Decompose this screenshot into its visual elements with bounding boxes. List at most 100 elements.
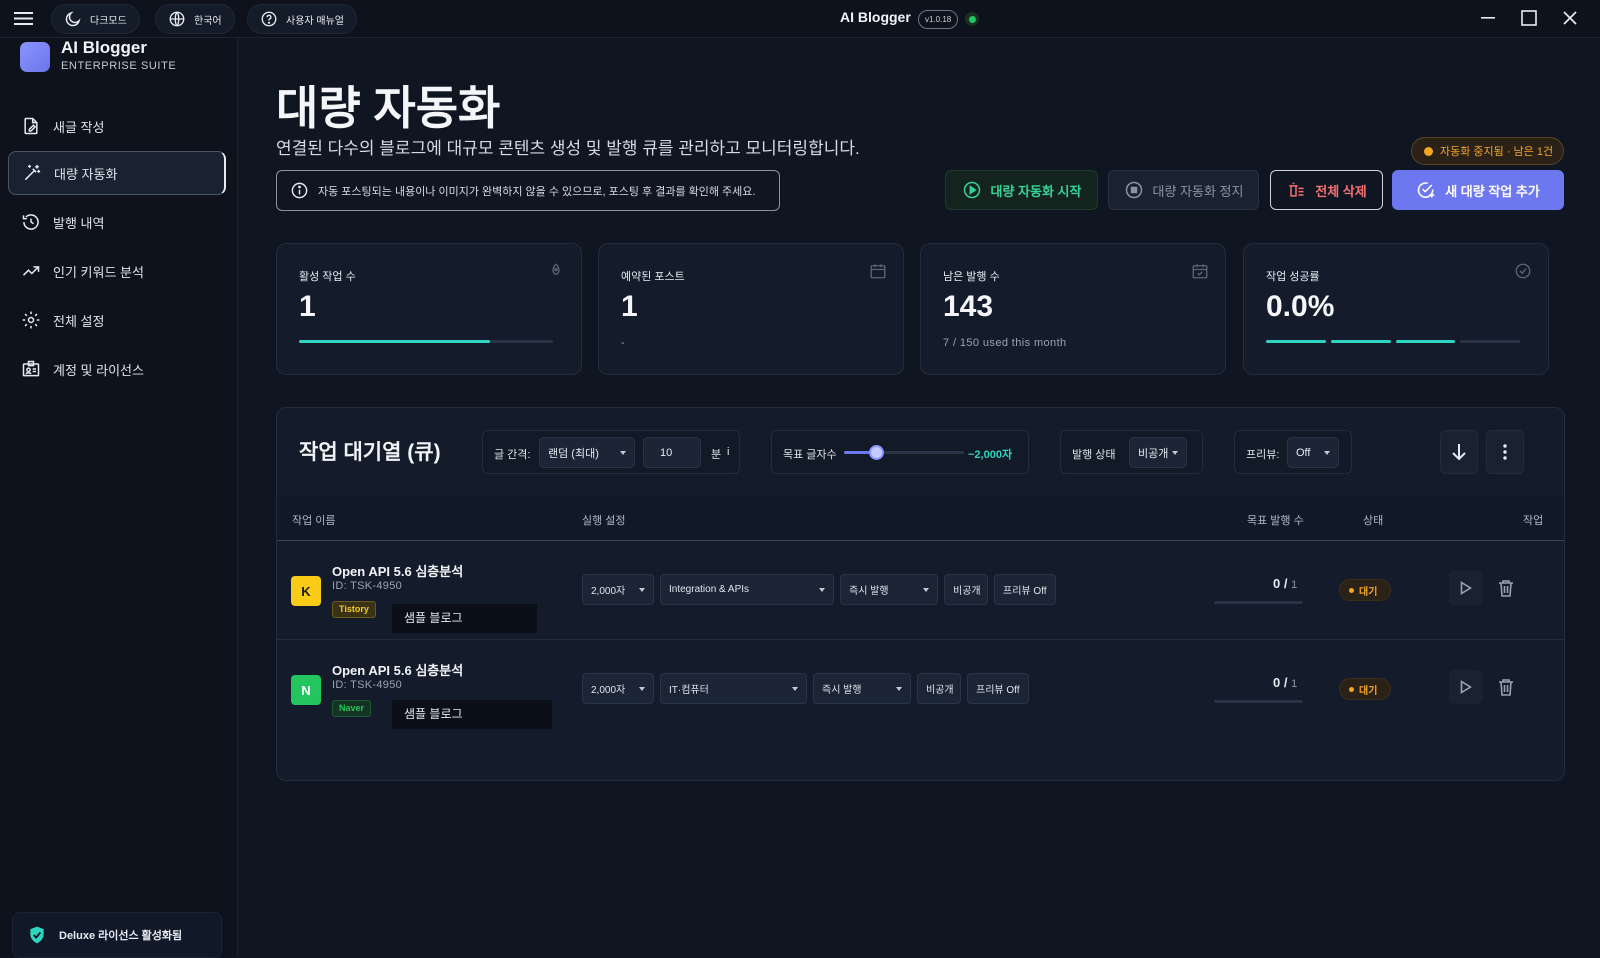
user-manual-button[interactable]: 사용자 매뉴얼 bbox=[247, 4, 357, 34]
run-task-button[interactable] bbox=[1449, 571, 1483, 605]
timing-value: 즉시 발행 bbox=[822, 685, 862, 696]
timing-select[interactable]: 즉시 발행 bbox=[840, 574, 938, 605]
interval-unit: 분 bbox=[711, 449, 722, 461]
add-check-icon bbox=[1416, 180, 1436, 200]
chevron-down-icon bbox=[1324, 451, 1330, 455]
stat-card-success-rate: 작업 성공률 0.0% bbox=[1243, 243, 1549, 375]
task-name: Open API 5.6 심층분석 bbox=[332, 663, 464, 678]
target-count: 0 / 1 bbox=[1273, 675, 1297, 690]
sidebar-item-history[interactable]: 발행 내역 bbox=[8, 200, 226, 244]
menu-icon[interactable] bbox=[14, 11, 33, 26]
table-row: N Open API 5.6 심층분석 ID: TSK-4950 Naver 샘… bbox=[277, 641, 1564, 739]
delete-task-button[interactable] bbox=[1489, 670, 1523, 704]
id-card-icon bbox=[21, 359, 41, 379]
page-description: 연결된 다수의 블로그에 대규모 콘텐츠 생성 및 발행 큐를 관리하고 모니터… bbox=[276, 139, 860, 158]
stat-label: 남은 발행 수 bbox=[943, 271, 1000, 283]
trash-icon bbox=[1498, 678, 1514, 696]
sidebar-item-new-post[interactable]: 새글 작성 bbox=[8, 104, 226, 148]
sort-button[interactable] bbox=[1440, 430, 1478, 474]
success-segment bbox=[1330, 340, 1391, 343]
delete-all-button[interactable]: 전체 삭제 bbox=[1270, 170, 1383, 210]
delete-task-button[interactable] bbox=[1489, 571, 1523, 605]
brand-name: AI Blogger bbox=[61, 38, 147, 57]
status-dot bbox=[1424, 146, 1433, 156]
platform-avatar: N bbox=[291, 675, 321, 705]
sidebar-item-label: 발행 내역 bbox=[53, 215, 105, 231]
delete-list-icon bbox=[1286, 180, 1306, 200]
visibility-value: 비공개 bbox=[926, 685, 954, 696]
col-status: 상태 bbox=[1363, 515, 1384, 527]
sidebar-item-account[interactable]: 계정 및 라이선스 bbox=[8, 347, 226, 391]
visibility-toggle[interactable]: 비공개 bbox=[944, 574, 988, 605]
count-progress-bar bbox=[1214, 601, 1303, 604]
publish-status-select[interactable]: 비공개 bbox=[1129, 437, 1187, 468]
maximize-icon[interactable] bbox=[1519, 8, 1539, 28]
length-select[interactable]: 2,000자 bbox=[582, 574, 654, 605]
history-icon bbox=[21, 212, 41, 232]
play-icon bbox=[1460, 680, 1472, 694]
minimize-icon[interactable] bbox=[1478, 8, 1498, 28]
target-chars-slider[interactable] bbox=[844, 445, 964, 460]
chevron-down-icon bbox=[792, 687, 798, 691]
close-icon[interactable] bbox=[1560, 8, 1580, 28]
interval-label: 글 간격: bbox=[494, 449, 531, 461]
rocket-icon bbox=[547, 262, 565, 280]
category-select[interactable]: Integration & APIs bbox=[660, 574, 834, 605]
success-segment bbox=[1460, 340, 1520, 343]
preview-select[interactable]: Off bbox=[1287, 437, 1339, 468]
queue-title: 작업 대기열 (큐) bbox=[299, 441, 441, 464]
dark-mode-toggle[interactable]: 다크모드 bbox=[51, 4, 140, 34]
more-options-button[interactable] bbox=[1486, 430, 1524, 474]
app-title: AI Blogger bbox=[840, 9, 911, 25]
preview-toggle[interactable]: 프리뷰 Off bbox=[967, 673, 1029, 704]
automation-status-text: 자동화 중지됨 · 남은 1건 bbox=[1440, 146, 1554, 158]
slider-thumb[interactable] bbox=[869, 445, 885, 460]
title-bar: 다크모드 한국어 사용자 매뉴얼 AI Blogger v1.0.18 bbox=[0, 0, 1600, 38]
stat-sub: - bbox=[621, 337, 626, 349]
interval-value-input[interactable]: 10 bbox=[643, 437, 701, 468]
stat-label: 예약된 포스트 bbox=[621, 271, 685, 283]
add-bulk-task-button[interactable]: 새 대량 작업 추가 bbox=[1392, 170, 1564, 210]
add-new-label: 새 대량 작업 추가 bbox=[1445, 183, 1540, 199]
interval-info-icon[interactable]: i bbox=[727, 446, 729, 458]
page-title: 대량 자동화 bbox=[276, 82, 501, 134]
category-select[interactable]: IT·컴퓨터 bbox=[660, 673, 807, 704]
trending-icon bbox=[21, 261, 41, 281]
calendar-check-icon bbox=[1191, 262, 1209, 280]
language-selector[interactable]: 한국어 bbox=[155, 4, 235, 34]
stat-value: 1 bbox=[299, 290, 316, 323]
interval-mode-select[interactable]: 랜덤 (최대) bbox=[539, 437, 635, 468]
delete-all-label: 전체 삭제 bbox=[1315, 183, 1367, 199]
timing-select[interactable]: 즉시 발행 bbox=[813, 673, 911, 704]
status-dot bbox=[1349, 587, 1354, 593]
preview-toggle[interactable]: 프리뷰 Off bbox=[994, 574, 1056, 605]
start-automation-button[interactable]: 대량 자동화 시작 bbox=[945, 170, 1098, 210]
timing-value: 즉시 발행 bbox=[849, 586, 889, 597]
sidebar-item-settings[interactable]: 전체 설정 bbox=[8, 298, 226, 342]
blog-name: 샘플 블로그 bbox=[392, 604, 537, 633]
length-select[interactable]: 2,000자 bbox=[582, 673, 654, 704]
automation-status-badge: 자동화 중지됨 · 남은 1건 bbox=[1411, 137, 1564, 165]
visibility-toggle[interactable]: 비공개 bbox=[917, 673, 961, 704]
main-content: 대량 자동화 연결된 다수의 블로그에 대규모 콘텐츠 생성 및 발행 큐를 관… bbox=[238, 38, 1600, 956]
sidebar-item-bulk-automation[interactable]: 대량 자동화 bbox=[8, 151, 226, 195]
count-progress-bar bbox=[1214, 700, 1303, 703]
success-segment bbox=[1266, 340, 1326, 343]
sidebar-item-label: 전체 설정 bbox=[53, 313, 105, 329]
language-label: 한국어 bbox=[194, 15, 222, 27]
play-icon bbox=[1460, 581, 1472, 595]
chevron-down-icon bbox=[819, 588, 825, 592]
stat-sub: 7 / 150 used this month bbox=[943, 337, 1067, 349]
stat-card-active-tasks: 활성 작업 수 1 bbox=[276, 243, 582, 375]
preview-value: 프리뷰 Off bbox=[976, 685, 1020, 696]
task-id: ID: TSK-4950 bbox=[332, 679, 403, 691]
run-task-button[interactable] bbox=[1449, 670, 1483, 704]
publish-status-value: 비공개 bbox=[1138, 447, 1169, 460]
stat-value: 143 bbox=[943, 290, 994, 323]
active-tasks-progress bbox=[299, 340, 553, 343]
stop-automation-button[interactable]: 대량 자동화 정지 bbox=[1108, 170, 1259, 210]
category-value: Integration & APIs bbox=[669, 584, 750, 595]
sidebar-item-keywords[interactable]: 인기 키워드 분석 bbox=[8, 249, 226, 293]
task-id: ID: TSK-4950 bbox=[332, 580, 403, 592]
shield-check-icon bbox=[27, 925, 47, 945]
